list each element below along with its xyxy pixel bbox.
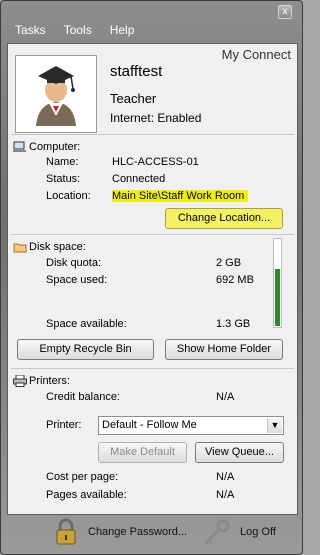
printer-label: Printer: xyxy=(46,419,82,431)
graduate-avatar-icon xyxy=(15,55,97,133)
close-button[interactable]: x xyxy=(278,5,292,19)
change-password-link[interactable]: Change Password... xyxy=(88,526,187,538)
divider xyxy=(11,368,294,369)
computer-name-value: HLC-ACCESS-01 xyxy=(112,156,199,168)
computer-status-value: Connected xyxy=(112,173,166,185)
computer-heading-label: Computer: xyxy=(29,141,81,153)
computer-location-label: Location: xyxy=(46,190,91,202)
divider xyxy=(11,134,294,135)
space-available-label: Space available: xyxy=(46,318,127,330)
empty-recycle-bin-button[interactable]: Empty Recycle Bin xyxy=(17,339,154,360)
menu-bar: Tasks Tools Help xyxy=(7,19,277,41)
brand-title: My Connect xyxy=(221,47,291,62)
menu-tools[interactable]: Tools xyxy=(55,23,101,37)
main-panel: My Connect stafftest Teacher Internet: E… xyxy=(7,43,298,515)
space-used-label: Space used: xyxy=(46,274,108,286)
footer-bar: Change Password... Log Off xyxy=(1,516,302,554)
credit-balance-label: Credit balance: xyxy=(46,391,120,403)
make-default-button[interactable]: Make Default xyxy=(98,442,187,463)
internet-status: Internet: Enabled xyxy=(110,111,202,125)
space-available-value: 1.3 GB xyxy=(216,318,251,330)
computer-section-heading: Computer: xyxy=(13,141,80,153)
disk-usage-fill xyxy=(275,268,280,326)
printer-select-value: Default - Follow Me xyxy=(102,419,197,431)
computer-icon xyxy=(13,141,26,152)
app-window: x Tasks Tools Help My Connect stafftest xyxy=(0,0,303,555)
view-queue-button[interactable]: View Queue... xyxy=(195,442,284,463)
disk-heading-label: Disk space: xyxy=(29,241,86,253)
disk-section-heading: Disk space: xyxy=(13,241,86,253)
computer-name-label: Name: xyxy=(46,156,79,168)
disk-quota-label: Disk quota: xyxy=(46,257,102,269)
printers-heading-label: Printers: xyxy=(29,375,70,387)
user-role: Teacher xyxy=(110,91,157,106)
menu-tasks[interactable]: Tasks xyxy=(7,23,55,37)
divider xyxy=(11,234,294,235)
menu-help[interactable]: Help xyxy=(101,23,144,37)
computer-location-value: Main Site\Staff Work Room xyxy=(112,190,249,202)
printer-select[interactable]: Default - Follow Me ▼ xyxy=(98,416,284,435)
cost-per-page-label: Cost per page: xyxy=(46,471,119,483)
space-used-value: 692 MB xyxy=(216,274,254,286)
disk-usage-bar xyxy=(273,238,282,328)
printer-icon xyxy=(13,375,27,387)
pages-available-value: N/A xyxy=(216,489,235,501)
padlock-icon xyxy=(56,518,76,545)
folder-icon xyxy=(13,243,27,253)
printers-section-heading: Printers: xyxy=(13,375,70,387)
log-off-link[interactable]: Log Off xyxy=(240,526,276,538)
cost-per-page-value: N/A xyxy=(216,471,235,483)
pages-available-label: Pages available: xyxy=(46,489,127,501)
disk-quota-value: 2 GB xyxy=(216,257,242,269)
change-location-button[interactable]: Change Location... xyxy=(165,208,283,229)
key-icon xyxy=(204,519,230,545)
computer-status-label: Status: xyxy=(46,173,81,185)
chevron-down-icon[interactable]: ▼ xyxy=(267,418,282,433)
user-name: stafftest xyxy=(110,63,163,80)
credit-balance-value: N/A xyxy=(216,391,235,403)
show-home-folder-button[interactable]: Show Home Folder xyxy=(165,339,283,360)
